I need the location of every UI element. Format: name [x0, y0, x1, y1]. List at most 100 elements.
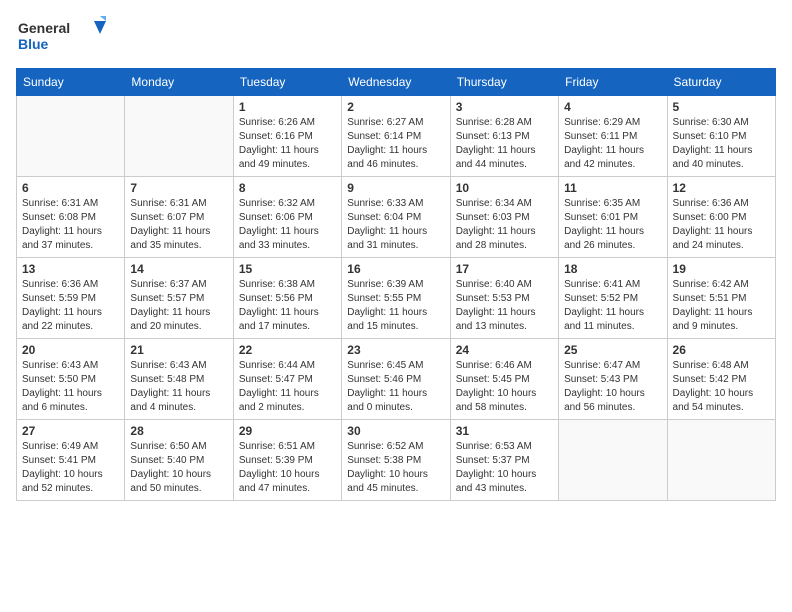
week-row-2: 6 Sunrise: 6:31 AM Sunset: 6:08 PM Daylig…: [17, 177, 776, 258]
day-number: 9: [347, 181, 444, 195]
calendar-cell: 2 Sunrise: 6:27 AM Sunset: 6:14 PM Daylig…: [342, 96, 450, 177]
day-info: Sunrise: 6:31 AM Sunset: 6:08 PM Dayligh…: [22, 197, 119, 253]
weekday-header-thursday: Thursday: [450, 69, 558, 96]
calendar-cell: 8Sunrise: 6:32 AM Sunset: 6:06 PM Daylig…: [233, 177, 341, 258]
calendar-cell: 20 Sunrise: 6:43 AM Sunset: 5:50 PM Dayli…: [17, 339, 125, 420]
week-row-3: 13 Sunrise: 6:36 AM Sunset: 5:59 PM Dayli…: [17, 258, 776, 339]
day-info: Sunrise: 6:43 AM Sunset: 5:48 PM Dayligh…: [130, 359, 227, 415]
weekday-header-wednesday: Wednesday: [342, 69, 450, 96]
day-info: Sunrise: 6:51 AM Sunset: 5:39 PM Dayligh…: [239, 440, 336, 496]
day-number: 21: [130, 343, 227, 357]
day-info: Sunrise: 6:44 AM Sunset: 5:47 PM Dayligh…: [239, 359, 336, 415]
calendar-cell: [559, 420, 667, 501]
calendar-cell: 21 Sunrise: 6:43 AM Sunset: 5:48 PM Dayli…: [125, 339, 233, 420]
day-info: Sunrise: 6:29 AM Sunset: 6:11 PM Dayligh…: [564, 116, 661, 172]
weekday-header-monday: Monday: [125, 69, 233, 96]
calendar-cell: 7 Sunrise: 6:31 AM Sunset: 6:07 PM Daylig…: [125, 177, 233, 258]
day-number: 14: [130, 262, 227, 276]
weekday-header-friday: Friday: [559, 69, 667, 96]
day-number: 7: [130, 181, 227, 195]
day-info: Sunrise: 6:35 AM Sunset: 6:01 PM Dayligh…: [564, 197, 661, 253]
calendar-cell: 5 Sunrise: 6:30 AM Sunset: 6:10 PM Daylig…: [667, 96, 775, 177]
day-info: Sunrise: 6:38 AM Sunset: 5:56 PM Dayligh…: [239, 278, 336, 334]
day-number: 1: [239, 100, 336, 114]
day-info: Sunrise: 6:36 AM Sunset: 5:59 PM Dayligh…: [22, 278, 119, 334]
day-number: 26: [673, 343, 770, 357]
calendar-cell: 3 Sunrise: 6:28 AM Sunset: 6:13 PM Daylig…: [450, 96, 558, 177]
day-number: 15: [239, 262, 336, 276]
day-number: 31: [456, 424, 553, 438]
calendar-cell: 29 Sunrise: 6:51 AM Sunset: 5:39 PM Dayli…: [233, 420, 341, 501]
day-info: Sunrise: 6:30 AM Sunset: 6:10 PM Dayligh…: [673, 116, 770, 172]
day-number: 13: [22, 262, 119, 276]
calendar-cell: 28Sunrise: 6:50 AM Sunset: 5:40 PM Dayli…: [125, 420, 233, 501]
day-number: 29: [239, 424, 336, 438]
day-info: Sunrise: 6:39 AM Sunset: 5:55 PM Dayligh…: [347, 278, 444, 334]
week-row-1: 1 Sunrise: 6:26 AM Sunset: 6:16 PM Daylig…: [17, 96, 776, 177]
day-info: Sunrise: 6:28 AM Sunset: 6:13 PM Dayligh…: [456, 116, 553, 172]
day-info: Sunrise: 6:32 AM Sunset: 6:06 PM Dayligh…: [239, 197, 336, 253]
week-row-5: 27 Sunrise: 6:49 AM Sunset: 5:41 PM Dayli…: [17, 420, 776, 501]
day-info: Sunrise: 6:43 AM Sunset: 5:50 PM Dayligh…: [22, 359, 119, 415]
day-number: 10: [456, 181, 553, 195]
weekday-header-sunday: Sunday: [17, 69, 125, 96]
day-info: Sunrise: 6:31 AM Sunset: 6:07 PM Dayligh…: [130, 197, 227, 253]
calendar-cell: 17 Sunrise: 6:40 AM Sunset: 5:53 PM Dayli…: [450, 258, 558, 339]
calendar-cell: 27 Sunrise: 6:49 AM Sunset: 5:41 PM Dayli…: [17, 420, 125, 501]
day-number: 5: [673, 100, 770, 114]
calendar-cell: [17, 96, 125, 177]
day-number: 25: [564, 343, 661, 357]
calendar-cell: 18 Sunrise: 6:41 AM Sunset: 5:52 PM Dayli…: [559, 258, 667, 339]
day-info: Sunrise: 6:36 AM Sunset: 6:00 PM Dayligh…: [673, 197, 770, 253]
calendar-cell: 11 Sunrise: 6:35 AM Sunset: 6:01 PM Dayli…: [559, 177, 667, 258]
calendar-cell: 26Sunrise: 6:48 AM Sunset: 5:42 PM Dayli…: [667, 339, 775, 420]
calendar-cell: 12Sunrise: 6:36 AM Sunset: 6:00 PM Dayli…: [667, 177, 775, 258]
day-number: 19: [673, 262, 770, 276]
day-number: 6: [22, 181, 119, 195]
day-info: Sunrise: 6:50 AM Sunset: 5:40 PM Dayligh…: [130, 440, 227, 496]
day-info: Sunrise: 6:41 AM Sunset: 5:52 PM Dayligh…: [564, 278, 661, 334]
calendar-table: SundayMondayTuesdayWednesdayThursdayFrid…: [16, 68, 776, 501]
day-number: 4: [564, 100, 661, 114]
day-number: 18: [564, 262, 661, 276]
logo-svg: General Blue: [16, 16, 106, 56]
calendar-cell: 25 Sunrise: 6:47 AM Sunset: 5:43 PM Dayli…: [559, 339, 667, 420]
day-info: Sunrise: 6:53 AM Sunset: 5:37 PM Dayligh…: [456, 440, 553, 496]
day-info: Sunrise: 6:26 AM Sunset: 6:16 PM Dayligh…: [239, 116, 336, 172]
day-info: Sunrise: 6:46 AM Sunset: 5:45 PM Dayligh…: [456, 359, 553, 415]
day-info: Sunrise: 6:40 AM Sunset: 5:53 PM Dayligh…: [456, 278, 553, 334]
day-number: 11: [564, 181, 661, 195]
day-number: 23: [347, 343, 444, 357]
calendar-cell: [667, 420, 775, 501]
svg-text:Blue: Blue: [18, 36, 49, 52]
header: General Blue: [16, 16, 776, 56]
calendar-cell: 10 Sunrise: 6:34 AM Sunset: 6:03 PM Dayli…: [450, 177, 558, 258]
calendar-cell: 13 Sunrise: 6:36 AM Sunset: 5:59 PM Dayli…: [17, 258, 125, 339]
day-number: 20: [22, 343, 119, 357]
calendar-cell: 9 Sunrise: 6:33 AM Sunset: 6:04 PM Daylig…: [342, 177, 450, 258]
day-info: Sunrise: 6:47 AM Sunset: 5:43 PM Dayligh…: [564, 359, 661, 415]
day-info: Sunrise: 6:52 AM Sunset: 5:38 PM Dayligh…: [347, 440, 444, 496]
calendar-cell: 23Sunrise: 6:45 AM Sunset: 5:46 PM Dayli…: [342, 339, 450, 420]
calendar-cell: 6 Sunrise: 6:31 AM Sunset: 6:08 PM Daylig…: [17, 177, 125, 258]
day-number: 2: [347, 100, 444, 114]
day-number: 17: [456, 262, 553, 276]
day-info: Sunrise: 6:37 AM Sunset: 5:57 PM Dayligh…: [130, 278, 227, 334]
logo: General Blue: [16, 16, 106, 56]
calendar-cell: 1 Sunrise: 6:26 AM Sunset: 6:16 PM Daylig…: [233, 96, 341, 177]
calendar-cell: [125, 96, 233, 177]
weekday-header-saturday: Saturday: [667, 69, 775, 96]
day-number: 3: [456, 100, 553, 114]
day-info: Sunrise: 6:34 AM Sunset: 6:03 PM Dayligh…: [456, 197, 553, 253]
day-info: Sunrise: 6:49 AM Sunset: 5:41 PM Dayligh…: [22, 440, 119, 496]
day-number: 22: [239, 343, 336, 357]
day-info: Sunrise: 6:42 AM Sunset: 5:51 PM Dayligh…: [673, 278, 770, 334]
svg-text:General: General: [18, 20, 70, 36]
day-info: Sunrise: 6:27 AM Sunset: 6:14 PM Dayligh…: [347, 116, 444, 172]
day-number: 27: [22, 424, 119, 438]
day-info: Sunrise: 6:33 AM Sunset: 6:04 PM Dayligh…: [347, 197, 444, 253]
day-number: 16: [347, 262, 444, 276]
week-row-4: 20 Sunrise: 6:43 AM Sunset: 5:50 PM Dayli…: [17, 339, 776, 420]
calendar-cell: 19 Sunrise: 6:42 AM Sunset: 5:51 PM Dayli…: [667, 258, 775, 339]
calendar-cell: 4 Sunrise: 6:29 AM Sunset: 6:11 PM Daylig…: [559, 96, 667, 177]
